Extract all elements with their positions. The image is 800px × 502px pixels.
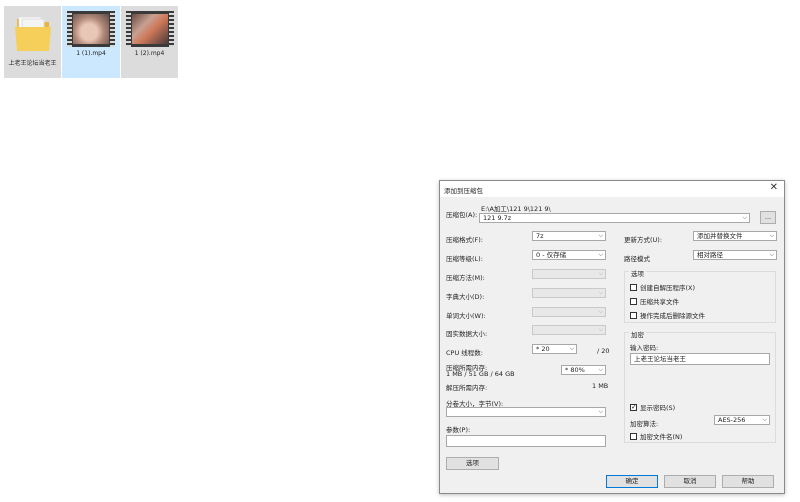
solid-select: ⌵	[532, 325, 606, 335]
threads-select[interactable]: * 20 ⌵	[532, 344, 577, 354]
checkbox-box	[630, 297, 637, 305]
chevron-down-icon: ⌵	[598, 251, 603, 258]
archive-name-combo[interactable]: 121 9.7z ⌵	[479, 213, 750, 223]
checkbox-box	[630, 432, 637, 440]
method-label: 压缩方法(M):	[446, 274, 485, 282]
help-button[interactable]: 帮助	[722, 475, 774, 488]
file-item-video-2[interactable]: 1 (2).mp4	[121, 6, 178, 78]
file-name: 上老王论坛当老王	[8, 60, 57, 67]
solid-label: 固实数据大小:	[446, 330, 488, 338]
shared-files-checkbox[interactable]: 压缩共享文件	[630, 296, 679, 306]
shared-files-label: 压缩共享文件	[640, 298, 679, 306]
sfx-label: 创建自解压程序(X)	[640, 284, 696, 292]
format-value: 7z	[536, 232, 544, 240]
encrypt-names-label: 加密文件名(N)	[640, 433, 683, 441]
path-mode-select[interactable]: 相对路径 ⌵	[693, 250, 777, 260]
threads-max: / 20	[597, 347, 610, 355]
chevron-down-icon: ⌵	[569, 345, 574, 352]
archive-name-value: 121 9.7z	[483, 214, 512, 222]
level-select[interactable]: 0 - 仅存储 ⌵	[532, 250, 606, 260]
sfx-checkbox[interactable]: 创建自解压程序(X)	[630, 282, 695, 292]
path-mode-label: 路径模式	[624, 255, 650, 263]
options-group: 选项 创建自解压程序(X) 压缩共享文件 操作完成后删除源文件	[624, 268, 776, 323]
file-item-folder[interactable]: 上老王论坛当老王	[4, 6, 61, 78]
encryption-method-label: 加密算法:	[630, 420, 659, 428]
encryption-method-value: AES-256	[718, 416, 746, 424]
options-group-title: 选项	[629, 268, 646, 278]
ok-button[interactable]: 确定	[606, 475, 658, 488]
mem-percent-value: * 80%	[565, 366, 585, 374]
word-label: 单词大小(W):	[446, 312, 486, 320]
video-icon	[67, 11, 115, 47]
cancel-button[interactable]: 取消	[664, 475, 716, 488]
file-name: 1 (2).mp4	[134, 50, 165, 57]
checkbox-box	[630, 283, 637, 291]
password-input[interactable]: 上老王论坛当老王	[630, 353, 770, 365]
volume-select[interactable]: ⌵	[446, 407, 606, 417]
format-select[interactable]: 7z ⌵	[532, 231, 606, 241]
chevron-down-icon: ⌵	[598, 326, 603, 333]
file-name: 1 (1).mp4	[76, 50, 106, 57]
folder-icon	[13, 11, 53, 57]
level-value: 0 - 仅存储	[536, 251, 567, 259]
mem-percent-select[interactable]: * 80% ⌵	[561, 365, 606, 375]
checkmark-icon: ✓	[630, 402, 637, 411]
encryption-group-title: 加密	[629, 329, 646, 339]
chevron-down-icon: ⌵	[598, 408, 603, 415]
chevron-down-icon: ⌵	[742, 214, 747, 221]
dialog-titlebar: 添加到压缩包 ✕	[440, 181, 784, 197]
update-label: 更新方式(U):	[624, 236, 663, 244]
archive-path: E:\A加工\121 9\121 9\	[481, 205, 551, 213]
chevron-down-icon: ⌵	[769, 232, 774, 239]
video-icon	[125, 11, 174, 47]
show-password-label: 显示密码(S)	[640, 404, 676, 412]
encryption-group: 加密 输入密码: 上老王论坛当老王 ✓ 显示密码(S) 加密算法: AES-25…	[624, 329, 776, 443]
chevron-down-icon: ⌵	[598, 366, 603, 373]
mem-compress-detail: 1 MB / 51 GB / 64 GB	[446, 370, 515, 378]
chevron-down-icon: ⌵	[769, 251, 774, 258]
params-label: 参数(P):	[446, 426, 471, 434]
delete-after-label: 操作完成后删除源文件	[640, 312, 705, 320]
encrypt-names-checkbox[interactable]: 加密文件名(N)	[630, 431, 682, 441]
level-label: 压缩等级(L):	[446, 255, 483, 263]
password-label: 输入密码:	[630, 344, 659, 352]
add-to-archive-dialog: 添加到压缩包 ✕ 压缩包(A): E:\A加工\121 9\121 9\ 121…	[439, 180, 785, 494]
method-select: ⌵	[532, 269, 606, 279]
update-select[interactable]: 添加并替换文件 ⌵	[693, 231, 777, 241]
params-input[interactable]	[446, 435, 606, 447]
chevron-down-icon: ⌵	[598, 308, 603, 315]
threads-label: CPU 线程数:	[446, 349, 483, 357]
chevron-down-icon: ⌵	[762, 416, 767, 423]
show-password-checkbox[interactable]: ✓ 显示密码(S)	[630, 402, 675, 412]
archive-label: 压缩包(A):	[446, 211, 478, 219]
encryption-method-select[interactable]: AES-256 ⌵	[714, 415, 770, 425]
close-icon[interactable]: ✕	[770, 182, 778, 193]
mem-decompress-value: 1 MB	[592, 382, 609, 390]
chevron-down-icon: ⌵	[598, 289, 603, 296]
update-value: 添加并替换文件	[697, 232, 743, 240]
dialog-title: 添加到压缩包	[444, 187, 483, 195]
threads-value: * 20	[536, 345, 550, 353]
file-item-video-1[interactable]: 1 (1).mp4	[62, 6, 120, 78]
path-mode-value: 相对路径	[697, 251, 723, 259]
browse-button[interactable]: ...	[760, 211, 776, 224]
checkbox-box	[630, 311, 637, 319]
word-select: ⌵	[532, 307, 606, 317]
dict-select: ⌵	[532, 288, 606, 298]
dict-label: 字典大小(D):	[446, 293, 485, 301]
mem-decompress-label: 解压所需内存:	[446, 384, 488, 392]
delete-after-checkbox[interactable]: 操作完成后删除源文件	[630, 310, 705, 320]
chevron-down-icon: ⌵	[598, 232, 603, 239]
format-label: 压缩格式(F):	[446, 236, 484, 244]
options-button[interactable]: 选项	[446, 457, 499, 470]
chevron-down-icon: ⌵	[598, 270, 603, 277]
